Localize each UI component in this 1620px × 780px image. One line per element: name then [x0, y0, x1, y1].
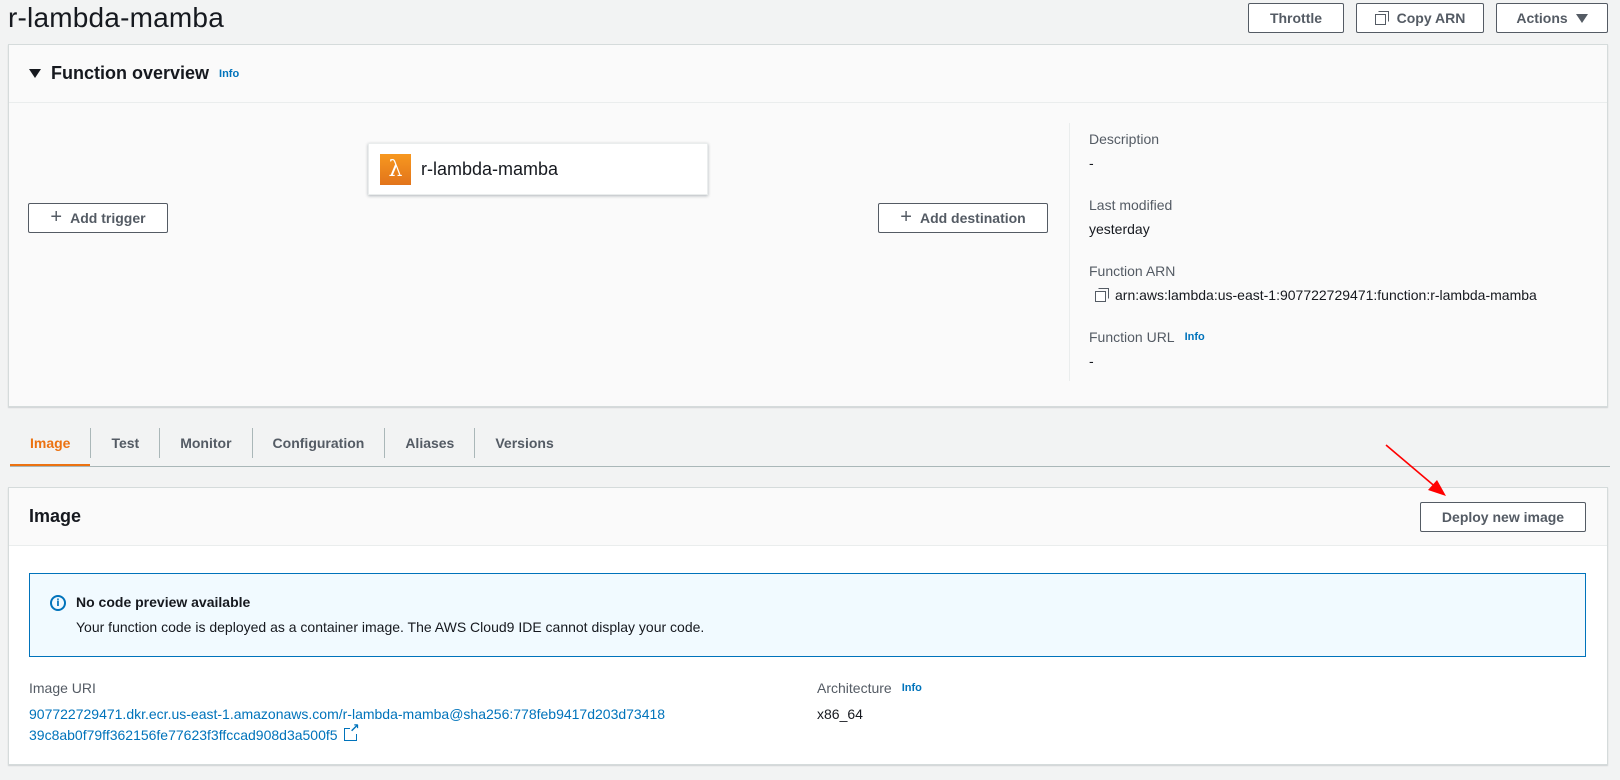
add-destination-button[interactable]: + Add destination	[878, 203, 1048, 233]
tab-monitor[interactable]: Monitor	[160, 420, 251, 466]
copy-icon	[1374, 11, 1389, 25]
function-properties: Description - Last modified yesterday Fu…	[1089, 131, 1599, 395]
last-modified-value: yesterday	[1089, 221, 1150, 237]
deploy-new-image-button[interactable]: Deploy new image	[1420, 502, 1586, 532]
plus-icon: +	[50, 206, 63, 228]
tab-image[interactable]: Image	[10, 420, 91, 467]
last-modified-label: Last modified	[1089, 197, 1173, 213]
function-card[interactable]: λ r-lambda-mamba	[368, 143, 708, 195]
architecture-value: x86_64	[817, 706, 863, 722]
function-arn-label: Function ARN	[1089, 263, 1176, 279]
last-modified-property: Last modified yesterday	[1089, 197, 1599, 263]
deploy-new-image-label: Deploy new image	[1441, 509, 1565, 525]
function-arn-value: arn:aws:lambda:us-east-1:907722729471:fu…	[1115, 287, 1537, 303]
tab-test[interactable]: Test	[91, 420, 159, 466]
function-url-value: -	[1089, 353, 1094, 369]
overview-divider	[1069, 123, 1070, 381]
throttle-button[interactable]: Throttle	[1248, 3, 1344, 33]
collapse-caret-icon[interactable]	[29, 69, 41, 78]
caret-down-icon	[1575, 13, 1588, 23]
add-trigger-button[interactable]: + Add trigger	[28, 203, 168, 233]
image-panel: Image Deploy new image i No code preview…	[8, 487, 1608, 765]
add-destination-label: Add destination	[919, 210, 1026, 226]
function-card-name: r-lambda-mamba	[421, 158, 559, 179]
tab-configuration[interactable]: Configuration	[253, 420, 385, 466]
alert-title: No code preview available	[76, 594, 251, 610]
architecture-label-row: Architecture Info	[817, 680, 1217, 696]
annotation-arrow-shaft	[1385, 444, 1439, 490]
function-arn-property: Function ARN arn:aws:lambda:us-east-1:90…	[1089, 263, 1599, 329]
actions-button[interactable]: Actions	[1496, 3, 1608, 33]
function-overview-panel: Function overview Info λ r-lambda-mamba …	[8, 44, 1608, 407]
architecture-label: Architecture	[817, 680, 892, 696]
tabs-underline	[10, 466, 1610, 467]
architecture-info-link[interactable]: Info	[902, 682, 922, 694]
function-overview-info-link[interactable]: Info	[219, 68, 239, 80]
copy-arn-label: Copy ARN	[1396, 10, 1466, 26]
alert-body: Your function code is deployed as a cont…	[76, 619, 705, 635]
function-url-info-link[interactable]: Info	[1185, 331, 1205, 343]
add-trigger-label: Add trigger	[70, 210, 146, 226]
image-panel-title: Image	[29, 506, 82, 526]
image-uri-link-wrap[interactable]: 907722729471.dkr.ecr.us-east-1.amazonaws…	[29, 704, 669, 746]
function-overview-header[interactable]: Function overview Info	[9, 45, 1607, 103]
function-arn-row: arn:aws:lambda:us-east-1:907722729471:fu…	[1089, 287, 1599, 303]
description-value: -	[1089, 155, 1094, 171]
actions-label: Actions	[1516, 10, 1568, 26]
function-url-property: Function URL Info -	[1089, 329, 1599, 395]
image-panel-header: Image	[9, 488, 1607, 546]
description-property: Description -	[1089, 131, 1599, 197]
copy-arn-icon[interactable]	[1095, 288, 1109, 302]
function-url-label: Function URL	[1089, 329, 1175, 345]
external-link-icon[interactable]	[343, 722, 360, 741]
lambda-icon: λ	[380, 153, 411, 185]
function-overview-title: Function overview	[51, 63, 210, 83]
alert-content: No code preview available Your function …	[76, 594, 704, 656]
image-uri-label: Image URI	[29, 680, 96, 696]
function-url-label-row: Function URL Info	[1089, 329, 1599, 345]
plus-icon: +	[900, 206, 912, 228]
info-circle-icon: i	[50, 595, 66, 611]
page-title: r-lambda-mamba	[8, 2, 224, 33]
tab-versions[interactable]: Versions	[475, 420, 573, 466]
function-tabs: Image Test Monitor Configuration Aliases…	[10, 420, 574, 467]
throttle-label: Throttle	[1269, 10, 1323, 26]
image-uri-field: Image URI 907722729471.dkr.ecr.us-east-1…	[29, 680, 789, 746]
tab-aliases[interactable]: Aliases	[385, 420, 474, 466]
no-code-preview-alert: i No code preview available Your functio…	[29, 573, 1586, 657]
architecture-field: Architecture Info x86_64	[817, 680, 1217, 722]
description-label: Description	[1089, 131, 1160, 147]
copy-arn-button[interactable]: Copy ARN	[1356, 3, 1484, 33]
